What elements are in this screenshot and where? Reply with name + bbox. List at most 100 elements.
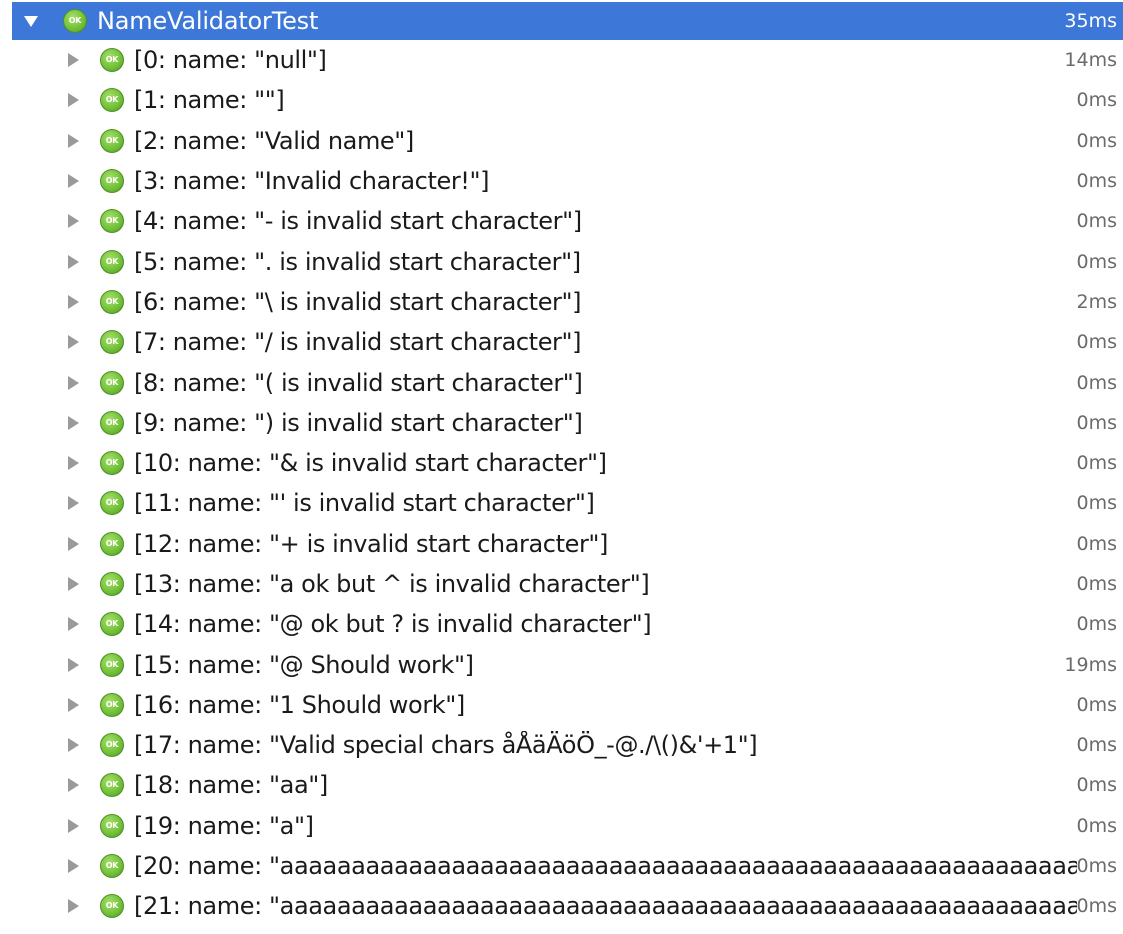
test-case-row[interactable]: OK [4: name: "- is invalid start characte… xyxy=(0,201,1123,241)
ok-icon: OK xyxy=(100,813,124,838)
test-duration: 0ms xyxy=(1076,693,1118,716)
test-case-label: [9: name: ") is invalid start character"… xyxy=(134,408,583,437)
test-case-row[interactable]: OK [2: name: "Valid name"] 0ms xyxy=(0,121,1123,161)
ok-icon: OK xyxy=(100,692,124,717)
test-case-list: OK [0: name: "null"] 14ms OK [1: name: ""] 0m… xyxy=(0,40,1123,927)
test-case-label: [14: name: "@ ok but ? is invalid charac… xyxy=(134,610,652,639)
test-case-row[interactable]: OK [13: name: "a ok but ^ is invalid char… xyxy=(0,564,1123,604)
test-duration: 0ms xyxy=(1076,814,1118,837)
collapse-arrow-icon[interactable] xyxy=(68,415,79,430)
collapse-arrow-icon[interactable] xyxy=(68,335,79,350)
test-case-label: [5: name: ". is invalid start character"… xyxy=(134,247,581,276)
test-case-label: [8: name: "( is invalid start character"… xyxy=(134,368,583,397)
ok-icon: OK xyxy=(100,330,124,355)
test-case-label: [19: name: "a"] xyxy=(134,811,314,840)
test-case-label: [20: name: "aaaaaaaaaaaaaaaaaaaaaaaaaaaa… xyxy=(134,852,1077,881)
test-case-row[interactable]: OK [10: name: "& is invalid start charact… xyxy=(0,443,1123,483)
test-class-label: NameValidatorTest xyxy=(97,7,319,35)
collapse-arrow-icon[interactable] xyxy=(68,496,79,511)
test-case-row[interactable]: OK [6: name: "\ is invalid start characte… xyxy=(0,282,1123,322)
test-duration: 0ms xyxy=(1076,613,1118,636)
collapse-arrow-icon[interactable] xyxy=(68,174,79,189)
test-case-row[interactable]: OK [19: name: "a"] 0ms xyxy=(0,806,1123,846)
test-case-label: [3: name: "Invalid character!"] xyxy=(134,167,490,196)
test-case-label: [6: name: "\ is invalid start character"… xyxy=(134,287,582,316)
test-case-label: [0: name: "null"] xyxy=(134,46,327,75)
test-case-row[interactable]: OK [3: name: "Invalid character!"] 0ms xyxy=(0,161,1123,201)
test-duration: 0ms xyxy=(1076,855,1118,878)
ok-icon: OK xyxy=(100,289,124,314)
test-case-row[interactable]: OK [14: name: "@ ok but ? is invalid char… xyxy=(0,604,1123,644)
test-case-label: [16: name: "1 Should work"] xyxy=(134,690,465,719)
ok-icon: OK xyxy=(100,854,124,879)
test-case-row[interactable]: OK [8: name: "( is invalid start characte… xyxy=(0,362,1123,402)
test-case-row[interactable]: OK [12: name: "+ is invalid start charact… xyxy=(0,524,1123,564)
ok-icon: OK xyxy=(100,209,124,234)
ok-icon: OK xyxy=(100,491,124,516)
test-duration: 0ms xyxy=(1076,452,1118,475)
ok-icon: OK xyxy=(100,88,124,113)
ok-icon: OK xyxy=(100,249,124,274)
test-duration: 0ms xyxy=(1076,492,1118,515)
collapse-arrow-icon[interactable] xyxy=(68,53,79,68)
collapse-arrow-icon[interactable] xyxy=(68,818,79,833)
test-duration: 0ms xyxy=(1076,411,1118,434)
test-case-row[interactable]: OK [5: name: ". is invalid start characte… xyxy=(0,241,1123,281)
test-case-row[interactable]: OK [20: name: "aaaaaaaaaaaaaaaaaaaaaaaaaa… xyxy=(0,846,1123,886)
collapse-arrow-icon[interactable] xyxy=(68,657,79,672)
ok-icon: OK xyxy=(100,612,124,637)
ok-icon: OK xyxy=(100,370,124,395)
collapse-arrow-icon[interactable] xyxy=(68,375,79,390)
test-case-row[interactable]: OK [9: name: ") is invalid start characte… xyxy=(0,403,1123,443)
collapse-arrow-icon[interactable] xyxy=(68,214,79,229)
test-case-row[interactable]: OK [1: name: ""] 0ms xyxy=(0,80,1123,120)
collapse-arrow-icon[interactable] xyxy=(68,133,79,148)
test-case-label: [18: name: "aa"] xyxy=(134,771,328,800)
test-duration: 0ms xyxy=(1076,371,1118,394)
tree-root-row[interactable]: OK NameValidatorTest 35ms xyxy=(12,2,1123,40)
test-case-row[interactable]: OK [0: name: "null"] 14ms xyxy=(0,40,1123,80)
test-case-label: [10: name: "& is invalid start character… xyxy=(134,449,607,478)
collapse-arrow-icon[interactable] xyxy=(68,617,79,632)
test-case-label: [12: name: "+ is invalid start character… xyxy=(134,529,609,558)
collapse-arrow-icon[interactable] xyxy=(68,859,79,874)
collapse-arrow-icon[interactable] xyxy=(68,738,79,753)
test-case-label: [15: name: "@ Should work"] xyxy=(134,650,474,679)
test-results-tree: OK NameValidatorTest 35ms OK [0: name: "n… xyxy=(0,0,1123,934)
test-duration: 0ms xyxy=(1076,532,1118,555)
test-duration: 0ms xyxy=(1076,895,1118,918)
test-case-label: [13: name: "a ok but ^ is invalid charac… xyxy=(134,570,650,598)
ok-icon: OK xyxy=(100,48,124,73)
test-case-label: [11: name: "' is invalid start character… xyxy=(134,489,595,518)
expand-arrow-icon[interactable] xyxy=(24,15,38,27)
collapse-arrow-icon[interactable] xyxy=(68,778,79,793)
collapse-arrow-icon[interactable] xyxy=(68,577,79,591)
collapse-arrow-icon[interactable] xyxy=(68,536,79,551)
test-case-label: [1: name: ""] xyxy=(134,86,285,115)
test-duration: 0ms xyxy=(1076,250,1118,273)
ok-icon: OK xyxy=(100,773,124,798)
collapse-arrow-icon[interactable] xyxy=(68,254,79,269)
ok-icon: OK xyxy=(63,9,87,33)
test-case-row[interactable]: OK [16: name: "1 Should work"] 0ms xyxy=(0,685,1123,725)
ok-icon: OK xyxy=(100,894,124,919)
test-duration: 0ms xyxy=(1076,734,1118,757)
collapse-arrow-icon[interactable] xyxy=(68,697,79,712)
test-duration: 0ms xyxy=(1076,89,1118,112)
test-case-row[interactable]: OK [7: name: "/ is invalid start characte… xyxy=(0,322,1123,362)
test-case-row[interactable]: OK [21: name: "aaaaaaaaaaaaaaaaaaaaaaaaaa… xyxy=(0,886,1123,926)
test-duration: 0ms xyxy=(1076,573,1118,595)
test-duration: 0ms xyxy=(1076,331,1118,354)
test-duration: 0ms xyxy=(1076,774,1118,797)
test-case-row[interactable]: OK [17: name: "Valid special chars åÅäÄöÖ… xyxy=(0,725,1123,765)
collapse-arrow-icon[interactable] xyxy=(68,456,79,471)
test-case-row[interactable]: OK [18: name: "aa"] 0ms xyxy=(0,765,1123,805)
test-case-row[interactable]: OK [11: name: "' is invalid start charact… xyxy=(0,483,1123,523)
collapse-arrow-icon[interactable] xyxy=(68,294,79,309)
test-case-row[interactable]: OK [15: name: "@ Should work"] 19ms xyxy=(0,644,1123,684)
collapse-arrow-icon[interactable] xyxy=(68,93,79,108)
ok-icon: OK xyxy=(100,451,124,476)
ok-icon: OK xyxy=(100,410,124,435)
test-case-label: [21: name: "aaaaaaaaaaaaaaaaaaaaaaaaaaaa… xyxy=(134,892,1077,921)
collapse-arrow-icon[interactable] xyxy=(68,899,79,914)
